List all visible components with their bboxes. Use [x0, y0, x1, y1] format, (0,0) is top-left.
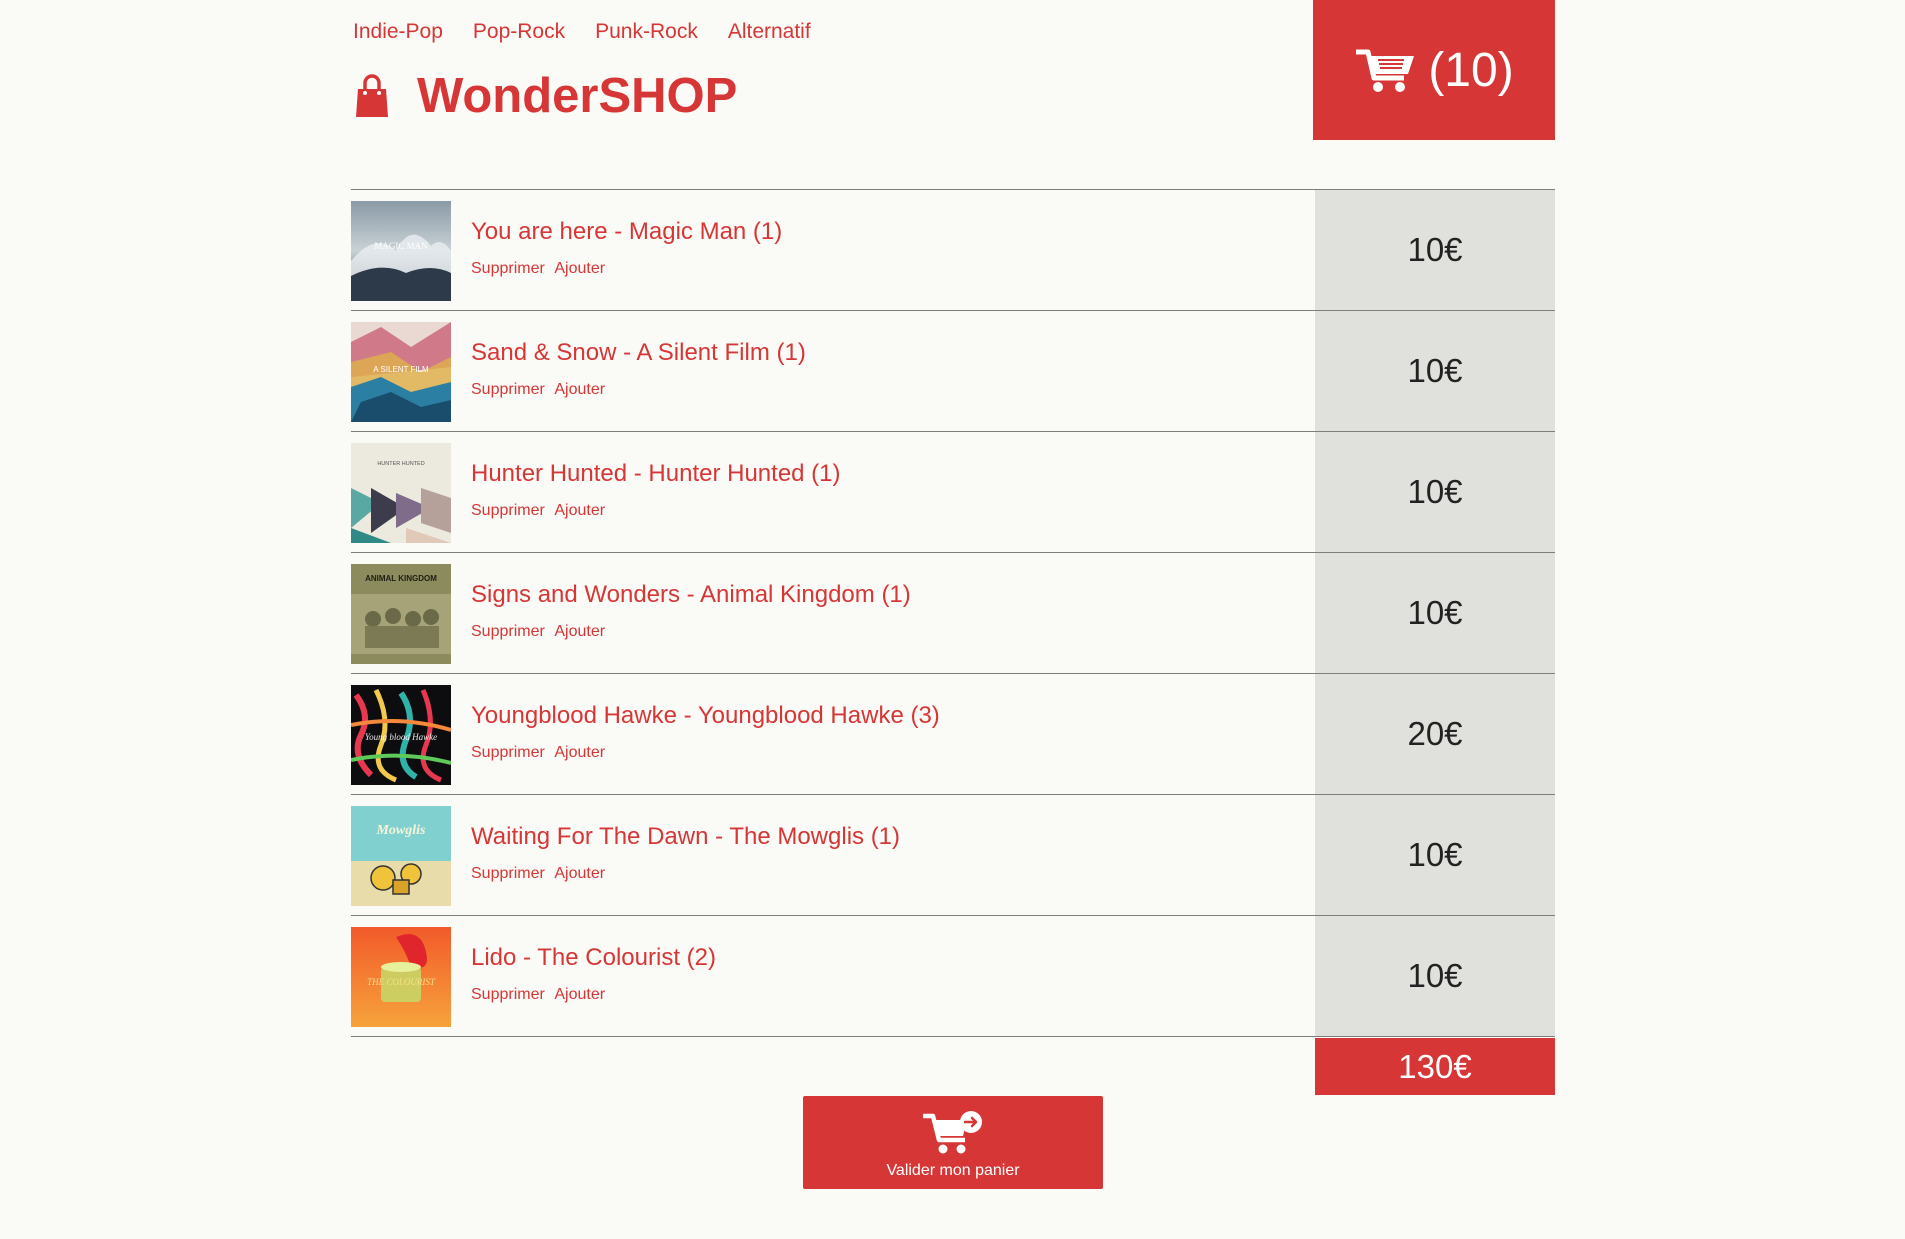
nav-link-pop-rock[interactable]: Pop-Rock [473, 20, 565, 44]
nav-link-punk-rock[interactable]: Punk-Rock [595, 20, 698, 44]
album-cover[interactable]: ANIMAL KINGDOM [351, 564, 451, 664]
cover-text: ANIMAL KINGDOM [365, 574, 437, 583]
remove-button[interactable]: Supprimer [471, 381, 545, 398]
cart-count: (10) [1428, 43, 1514, 97]
cart-item-row: MAGIC MAN You are here - Magic Man (1) S… [351, 190, 1555, 311]
cart-icon [1356, 49, 1415, 92]
shopping-bag-icon [356, 74, 388, 117]
item-actions: Supprimer Ajouter [471, 260, 611, 278]
cover-text: MAGIC MAN [374, 241, 428, 251]
brand[interactable]: WonderSHOP [355, 66, 737, 126]
validate-cart-button[interactable]: Valider mon panier [803, 1096, 1103, 1189]
remove-button[interactable]: Supprimer [471, 744, 545, 761]
cart-item-row: A SILENT FILM Sand & Snow - A Silent Fil… [351, 311, 1555, 432]
nav-link-alternatif[interactable]: Alternatif [728, 20, 811, 44]
item-title[interactable]: Hunter Hunted - Hunter Hunted (1) [471, 460, 841, 488]
item-price: 20€ [1315, 674, 1555, 794]
cover-text: HUNTER HUNTED [377, 461, 424, 467]
item-title[interactable]: Waiting For The Dawn - The Mowglis (1) [471, 823, 900, 851]
nav-link-indie-pop[interactable]: Indie-Pop [353, 20, 443, 44]
remove-button[interactable]: Supprimer [471, 260, 545, 277]
item-title[interactable]: Youngblood Hawke - Youngblood Hawke (3) [471, 702, 940, 730]
item-price: 10€ [1315, 432, 1555, 552]
item-actions: Supprimer Ajouter [471, 986, 611, 1004]
item-actions: Supprimer Ajouter [471, 744, 611, 762]
cart-summary-button[interactable]: (10) [1313, 0, 1555, 140]
validate-cart-label: Valider mon panier [886, 1162, 1020, 1179]
add-button[interactable]: Ajouter [554, 986, 605, 1003]
remove-button[interactable]: Supprimer [471, 986, 545, 1003]
add-button[interactable]: Ajouter [554, 381, 605, 398]
remove-button[interactable]: Supprimer [471, 502, 545, 519]
album-cover[interactable]: MAGIC MAN [351, 201, 451, 301]
item-title[interactable]: Sand & Snow - A Silent Film (1) [471, 339, 806, 367]
remove-button[interactable]: Supprimer [471, 865, 545, 882]
add-button[interactable]: Ajouter [554, 744, 605, 761]
item-price: 10€ [1315, 916, 1555, 1036]
item-actions: Supprimer Ajouter [471, 381, 611, 399]
item-price: 10€ [1315, 311, 1555, 431]
album-cover[interactable]: HUNTER HUNTED [351, 443, 451, 543]
cart-item-row: Young blood Hawke Youngblood Hawke - You… [351, 674, 1555, 795]
cover-text: Young blood Hawke [365, 732, 437, 742]
cart-checkout-icon [923, 1111, 982, 1154]
cart-item-list: MAGIC MAN You are here - Magic Man (1) S… [351, 189, 1555, 1037]
add-button[interactable]: Ajouter [554, 260, 605, 277]
add-button[interactable]: Ajouter [554, 623, 605, 640]
album-cover[interactable]: Mowglis [351, 806, 451, 906]
add-button[interactable]: Ajouter [554, 502, 605, 519]
cart-total: 130€ [1315, 1038, 1555, 1095]
item-price: 10€ [1315, 190, 1555, 310]
cart-item-row: ANIMAL KINGDOM Signs and Wonders - Anima… [351, 553, 1555, 674]
album-cover[interactable]: A SILENT FILM [351, 322, 451, 422]
genre-nav: Indie-Pop Pop-Rock Punk-Rock Alternatif [353, 20, 811, 44]
item-title[interactable]: You are here - Magic Man (1) [471, 218, 782, 246]
album-cover[interactable]: THE COLOURIST [351, 927, 451, 1027]
item-price: 10€ [1315, 795, 1555, 915]
cover-text: Mowglis [375, 823, 426, 838]
brand-name: WonderSHOP [417, 69, 738, 123]
cart-item-row: HUNTER HUNTED Hunter Hunted - Hunter Hun… [351, 432, 1555, 553]
cart-item-row: THE COLOURIST Lido - The Colourist (2) S… [351, 916, 1555, 1037]
item-actions: Supprimer Ajouter [471, 502, 611, 520]
cart-item-row: Mowglis Waiting For The Dawn - The Mowgl… [351, 795, 1555, 916]
item-actions: Supprimer Ajouter [471, 623, 611, 641]
add-button[interactable]: Ajouter [554, 865, 605, 882]
remove-button[interactable]: Supprimer [471, 623, 545, 640]
cover-text: A SILENT FILM [373, 365, 429, 374]
album-cover[interactable]: Young blood Hawke [351, 685, 451, 785]
item-price: 10€ [1315, 553, 1555, 673]
item-title[interactable]: Lido - The Colourist (2) [471, 944, 716, 972]
item-title[interactable]: Signs and Wonders - Animal Kingdom (1) [471, 581, 911, 609]
cover-text: THE COLOURIST [367, 977, 436, 987]
item-actions: Supprimer Ajouter [471, 865, 611, 883]
